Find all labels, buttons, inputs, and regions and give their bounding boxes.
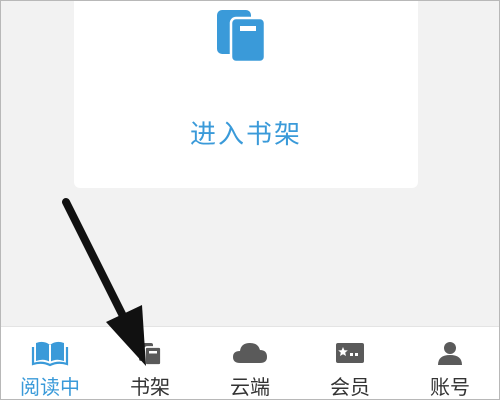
bottom-tab-bar: 阅读中 书架 云端 会员 账号 — [0, 326, 500, 401]
member-card-icon — [330, 337, 370, 367]
books-icon — [215, 4, 279, 64]
bookshelf-icon — [130, 337, 170, 367]
enter-bookshelf-card[interactable]: 进入书架 — [74, 0, 418, 188]
tab-member[interactable]: 会员 — [300, 327, 400, 401]
cloud-icon — [230, 337, 270, 367]
tab-account[interactable]: 账号 — [400, 327, 500, 401]
tab-cloud-label: 云端 — [230, 375, 270, 399]
tab-reading[interactable]: 阅读中 — [0, 327, 100, 401]
tab-account-label: 账号 — [430, 375, 470, 399]
tab-bookshelf-label: 书架 — [130, 375, 170, 399]
tab-bookshelf[interactable]: 书架 — [100, 327, 200, 401]
account-icon — [430, 337, 470, 367]
open-book-icon — [30, 337, 70, 367]
tab-reading-label: 阅读中 — [20, 375, 80, 399]
tab-cloud[interactable]: 云端 — [200, 327, 300, 401]
enter-bookshelf-label: 进入书架 — [189, 120, 302, 150]
tab-member-label: 会员 — [330, 375, 370, 399]
